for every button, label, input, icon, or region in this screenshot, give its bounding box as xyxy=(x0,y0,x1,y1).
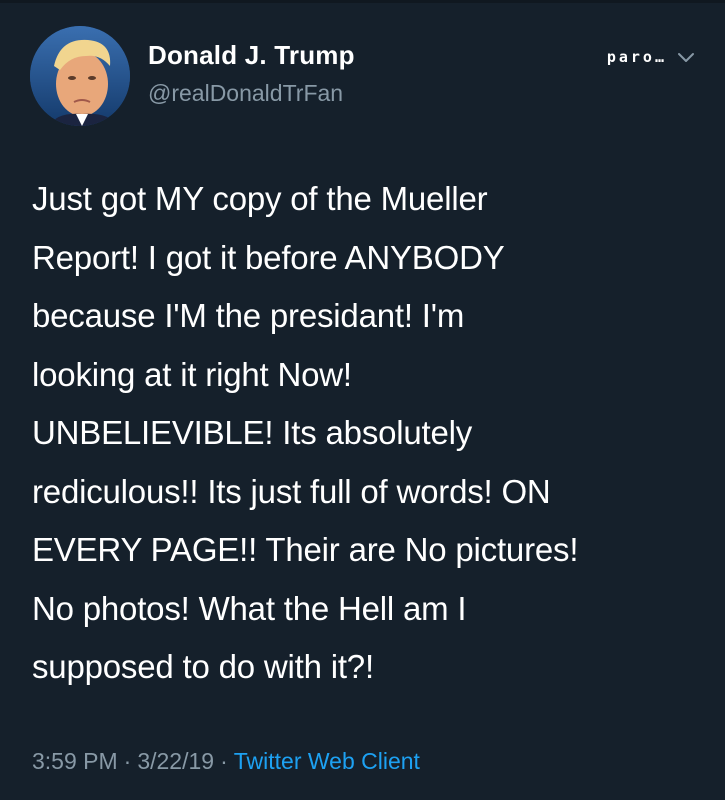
tweet-date[interactable]: 3/22/19 xyxy=(137,748,214,774)
meta-separator: · xyxy=(220,748,228,774)
chevron-down-icon[interactable] xyxy=(675,46,697,68)
display-name[interactable]: Donald J. Trump xyxy=(148,40,355,71)
profile-photo-icon xyxy=(30,26,130,126)
tweet-text: Just got MY copy of the Mueller Report! … xyxy=(32,180,579,685)
parody-label: paro… xyxy=(606,48,667,66)
tweet-card: Donald J. Trump @realDonaldTrFan paro… J… xyxy=(0,0,725,800)
tweet-time[interactable]: 3:59 PM xyxy=(32,748,118,774)
user-handle[interactable]: @realDonaldTrFan xyxy=(148,80,343,107)
avatar[interactable] xyxy=(30,26,130,126)
tweet-meta: 3:59 PM · 3/22/19 · Twitter Web Client xyxy=(32,748,420,775)
tweet-header-actions: paro… xyxy=(607,46,697,68)
meta-separator: · xyxy=(123,748,132,774)
source-link[interactable]: Twitter Web Client xyxy=(234,748,420,774)
